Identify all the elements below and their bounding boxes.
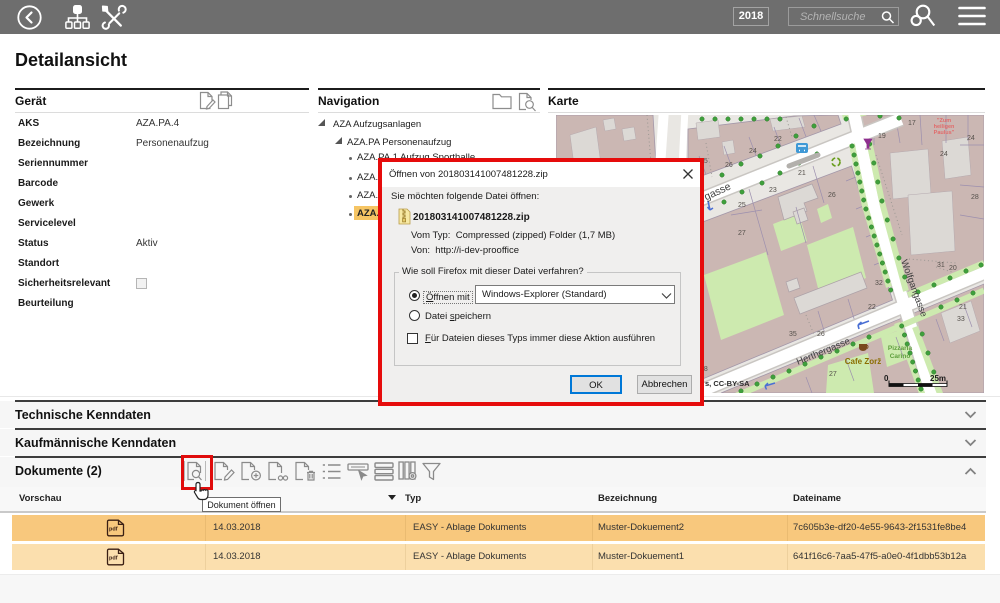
svg-text:27: 27 xyxy=(738,230,746,237)
svg-text:25: 25 xyxy=(738,202,746,209)
svg-text:32: 32 xyxy=(875,280,883,287)
svg-text:23: 23 xyxy=(769,187,777,194)
svg-text:s, CC-BY-SA: s, CC-BY-SA xyxy=(705,379,750,388)
svg-text:27: 27 xyxy=(829,371,837,378)
svg-text:24: 24 xyxy=(940,151,948,158)
svg-text:21: 21 xyxy=(798,170,806,177)
svg-text:25m: 25m xyxy=(930,374,946,383)
svg-text:pdf: pdf xyxy=(109,556,118,562)
svg-text:0: 0 xyxy=(884,374,889,383)
svg-text:Pizzaria: Pizzaria xyxy=(888,345,913,352)
svg-text:24: 24 xyxy=(749,148,757,155)
svg-text:pdf: pdf xyxy=(109,527,118,533)
svg-text:26: 26 xyxy=(828,192,836,199)
svg-text:22: 22 xyxy=(868,304,876,311)
svg-text:28: 28 xyxy=(971,194,979,201)
svg-text:22: 22 xyxy=(774,136,782,143)
svg-text:33: 33 xyxy=(957,316,965,323)
svg-text:31: 31 xyxy=(937,262,945,269)
svg-text:Carino: Carino xyxy=(890,353,911,360)
svg-text:35: 35 xyxy=(789,331,797,338)
svg-text:Paulus": Paulus" xyxy=(934,130,955,136)
svg-text:Cafe Zorž: Cafe Zorž xyxy=(845,357,881,366)
svg-text:19: 19 xyxy=(878,133,886,140)
svg-text:21: 21 xyxy=(959,304,967,311)
svg-text:26: 26 xyxy=(725,162,733,169)
svg-text:20: 20 xyxy=(949,265,957,272)
svg-text:17: 17 xyxy=(908,120,916,127)
svg-text:24: 24 xyxy=(967,135,975,142)
svg-text:26: 26 xyxy=(817,331,825,338)
